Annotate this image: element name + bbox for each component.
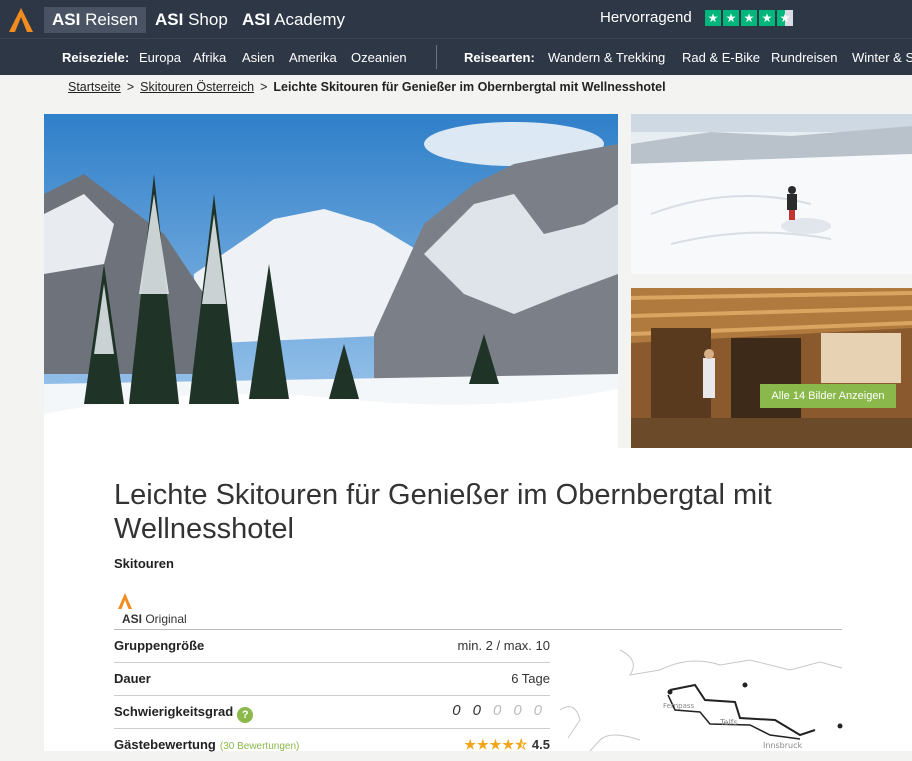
rating-value: ★★★★⯪ 4.5 bbox=[464, 737, 550, 752]
nav-item-amerika[interactable]: Amerika bbox=[289, 50, 337, 65]
asi-logo-icon[interactable] bbox=[6, 6, 36, 34]
skier-image bbox=[631, 114, 912, 274]
page-title: Leichte Skitouren für Genießer im Obernb… bbox=[114, 479, 772, 545]
trustpilot-star-icon: ★ bbox=[759, 10, 775, 26]
nav-item-ozeanien[interactable]: Ozeanien bbox=[351, 50, 407, 65]
breadcrumb-category-link[interactable]: Skitouren Österreich bbox=[140, 80, 254, 94]
difficulty-boot-icon: 0 bbox=[452, 702, 461, 719]
difficulty-boot-icon: 0 bbox=[513, 702, 522, 719]
nav-destinations-label: Reiseziele: bbox=[62, 50, 130, 65]
duration-label: Dauer bbox=[114, 671, 151, 686]
nav-item-wandern[interactable]: Wandern & Trekking bbox=[548, 50, 665, 65]
fact-row-rating: Gästebewertung (30 Bewertungen) ★★★★⯪ 4.5 bbox=[114, 729, 550, 761]
wellness-room-image bbox=[631, 288, 912, 448]
rating-stars-icon: ★★★★⯪ bbox=[464, 737, 529, 752]
difficulty-help-icon[interactable]: ? bbox=[237, 707, 254, 723]
trustpilot-stars[interactable]: ★ ★ ★ ★ ★ bbox=[705, 10, 793, 26]
brand-tab-shop[interactable]: ASI Shop bbox=[155, 7, 228, 33]
map-label-telfs: Telfs bbox=[719, 718, 738, 727]
duration-value: 6 Tage bbox=[511, 671, 550, 686]
difficulty-label: Schwierigkeitsgrad? bbox=[114, 704, 254, 723]
difficulty-boot-icon: 0 bbox=[472, 702, 481, 719]
breadcrumb-current: Leichte Skitouren für Genießer im Obernb… bbox=[273, 80, 666, 94]
rating-reviews-link[interactable]: (30 Bewertungen) bbox=[220, 741, 300, 752]
trustpilot-label[interactable]: Hervorragend bbox=[600, 9, 692, 26]
group-size-label: Gruppengröße bbox=[114, 638, 205, 653]
gallery-thumbnail-skier[interactable] bbox=[631, 114, 912, 274]
difficulty-indicator: 0 0 0 0 0 bbox=[452, 702, 542, 719]
fact-row-difficulty: Schwierigkeitsgrad? 0 0 0 0 0 bbox=[114, 696, 550, 729]
nav-item-winter[interactable]: Winter & S bbox=[852, 50, 912, 65]
map-label-fernpass: Fernpass bbox=[663, 702, 695, 710]
nav-item-rad[interactable]: Rad & E-Bike bbox=[682, 50, 760, 65]
asi-original-logo-icon bbox=[118, 593, 132, 609]
fact-row-group: Gruppengröße min. 2 / max. 10 bbox=[114, 630, 550, 663]
gallery-thumbnail-wellness[interactable] bbox=[631, 288, 912, 448]
nav-item-rundreisen[interactable]: Rundreisen bbox=[771, 50, 838, 65]
rating-label: Gästebewertung (30 Bewertungen) bbox=[114, 737, 300, 752]
trustpilot-star-icon: ★ bbox=[741, 10, 757, 26]
breadcrumb-separator: > bbox=[126, 80, 135, 94]
tour-category: Skitouren bbox=[114, 556, 174, 571]
brand-tab-academy[interactable]: ASI Academy bbox=[242, 7, 345, 33]
difficulty-boot-icon: 0 bbox=[492, 702, 502, 719]
difficulty-boot-icon: 0 bbox=[533, 702, 542, 719]
trustpilot-half-star-icon: ★ bbox=[777, 10, 793, 26]
nav-item-europa[interactable]: Europa bbox=[139, 50, 181, 65]
nav-item-asien[interactable]: Asien bbox=[242, 50, 275, 65]
trustpilot-star-icon: ★ bbox=[705, 10, 721, 26]
nav-types-label: Reisearten: bbox=[464, 50, 535, 65]
main-nav: Reiseziele: Europa Afrika Asien Amerika … bbox=[0, 38, 912, 75]
trustpilot-star-icon: ★ bbox=[723, 10, 739, 26]
breadcrumb: Startseite > Skitouren Österreich > Leichte … bbox=[68, 80, 666, 94]
route-map[interactable]: Fernpass Telfs Innsbruck bbox=[560, 640, 850, 751]
hero-image-mountain-landscape bbox=[44, 114, 618, 448]
show-all-images-button[interactable]: Alle 14 Bilder Anzeigen bbox=[760, 384, 896, 408]
top-bar: ASI Reisen ASI Shop ASI Academy Hervorra… bbox=[0, 0, 912, 38]
breadcrumb-home-link[interactable]: Startseite bbox=[68, 80, 121, 94]
nav-divider bbox=[436, 45, 437, 69]
nav-item-afrika[interactable]: Afrika bbox=[193, 50, 226, 65]
asi-original-label: ASI Original bbox=[122, 612, 187, 626]
fact-row-duration: Dauer 6 Tage bbox=[114, 663, 550, 696]
brand-tab-reisen[interactable]: ASI Reisen bbox=[44, 7, 146, 33]
map-label-innsbruck: Innsbruck bbox=[763, 741, 803, 750]
breadcrumb-separator: > bbox=[260, 80, 268, 94]
group-size-value: min. 2 / max. 10 bbox=[457, 638, 550, 653]
hero-image[interactable] bbox=[44, 114, 618, 448]
